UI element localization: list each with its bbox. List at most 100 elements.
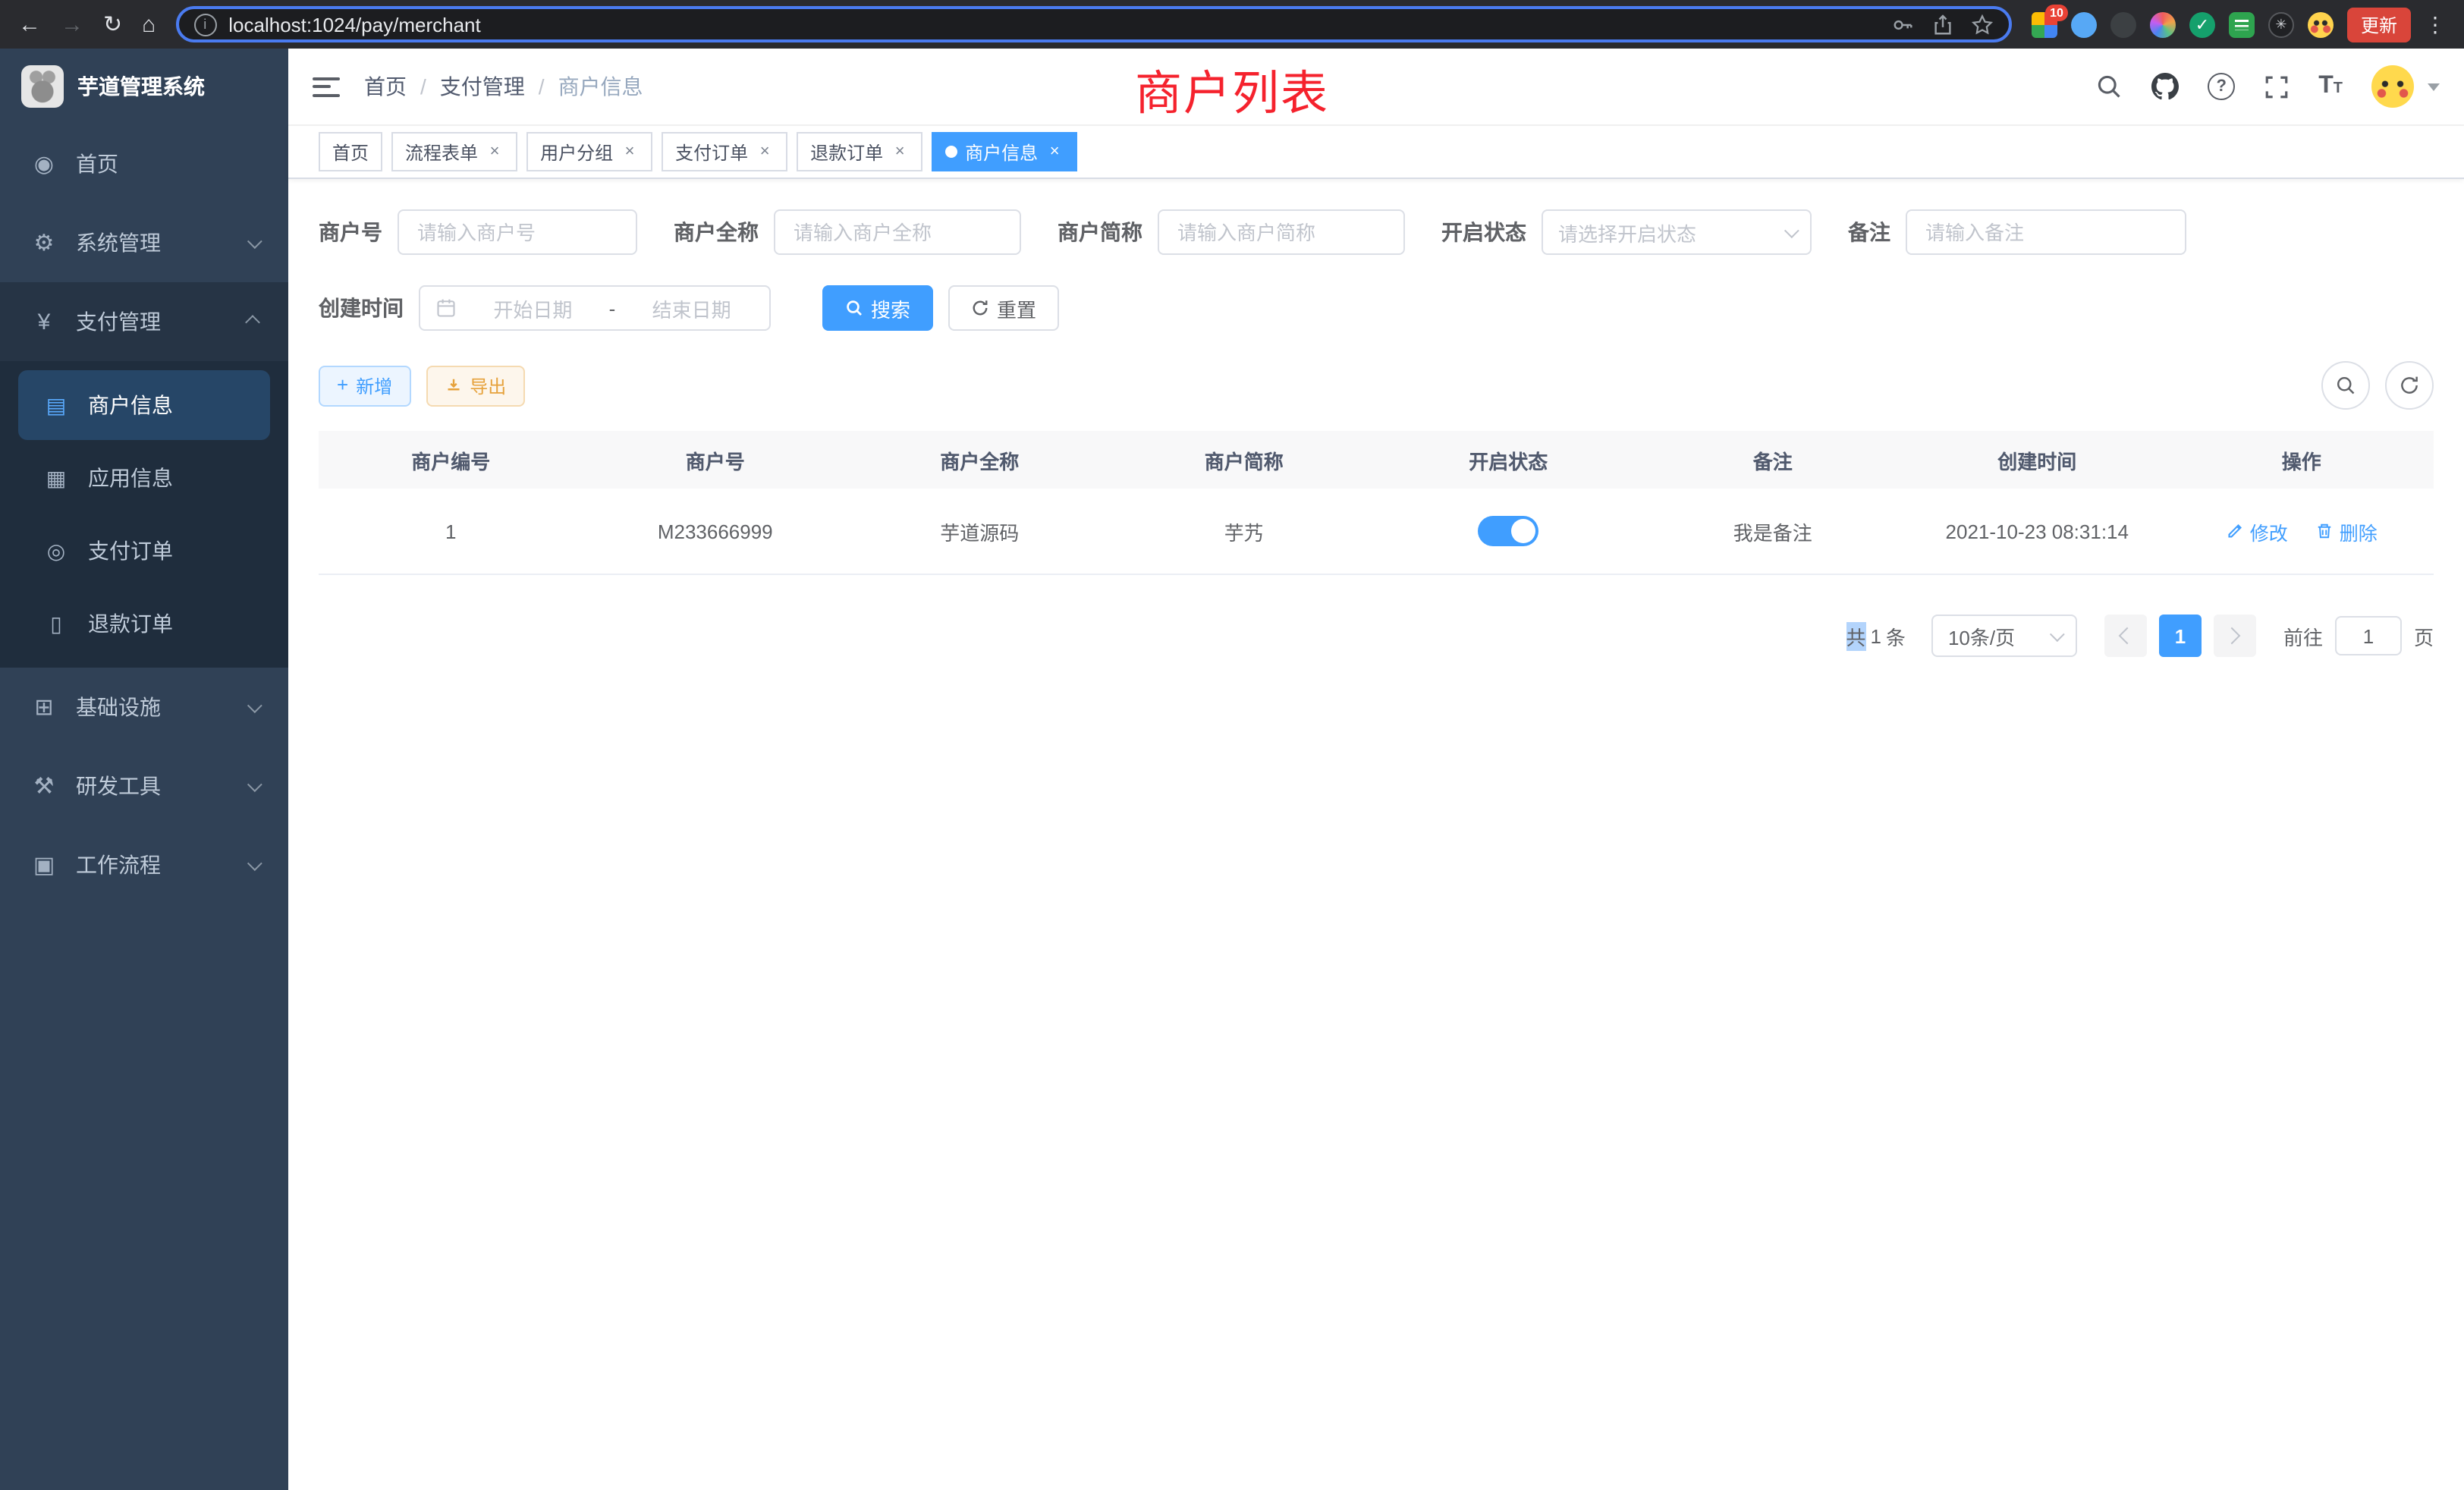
sidebar-item-infrastructure[interactable]: ⊞ 基础设施 xyxy=(0,668,288,747)
breadcrumb-payment[interactable]: 支付管理 xyxy=(407,71,525,102)
sidebar-menu: ◉ 首页 ⚙ 系统管理 ¥ 支付管理 ▤ 商户信息 xyxy=(0,124,288,1490)
close-icon[interactable] xyxy=(621,143,639,161)
target-icon: ◎ xyxy=(42,538,70,564)
prev-page-button[interactable] xyxy=(2104,615,2147,657)
col-merchant-no: 商户号 xyxy=(583,431,848,489)
page-size-select[interactable]: 10条/页 xyxy=(1931,615,2077,657)
browser-menu-icon[interactable] xyxy=(2425,11,2446,37)
chevron-down-icon xyxy=(247,855,262,870)
start-date-placeholder[interactable]: 开始日期 xyxy=(470,294,596,322)
sidebar-item-payment[interactable]: ¥ 支付管理 xyxy=(0,282,288,361)
filter-remark: 备注 xyxy=(1848,209,2186,255)
sidebar-item-label: 支付订单 xyxy=(88,536,173,566)
main-area: 首页 支付管理 商户信息 xyxy=(288,49,2464,1490)
share-icon[interactable] xyxy=(1931,13,1954,36)
close-icon[interactable] xyxy=(486,143,504,161)
merchant-no-input[interactable] xyxy=(398,209,637,255)
sidebar-item-refund-order[interactable]: ▯ 退款订单 xyxy=(18,589,270,659)
end-date-placeholder[interactable]: 结束日期 xyxy=(629,294,754,322)
font-size-icon[interactable] xyxy=(2318,73,2343,100)
extension-dark-icon[interactable] xyxy=(2110,11,2136,37)
search-icon[interactable] xyxy=(2095,73,2123,100)
tab-refund-order[interactable]: 退款订单 xyxy=(797,132,922,171)
tab-process-form[interactable]: 流程表单 xyxy=(391,132,517,171)
tab-merchant-info[interactable]: 商户信息 xyxy=(932,132,1077,171)
merchant-short-name-input[interactable] xyxy=(1158,209,1405,255)
remark-input[interactable] xyxy=(1906,209,2186,255)
close-icon[interactable] xyxy=(891,143,909,161)
filter-merchant-full-name: 商户全称 xyxy=(674,209,1021,255)
caret-down-icon[interactable] xyxy=(2428,83,2440,90)
fullscreen-icon[interactable] xyxy=(2264,74,2290,99)
tab-user-group[interactable]: 用户分组 xyxy=(526,132,652,171)
sidebar-item-workflow[interactable]: ▣ 工作流程 xyxy=(0,825,288,904)
page-1-button[interactable]: 1 xyxy=(2159,615,2202,657)
sidebar-item-label: 研发工具 xyxy=(76,771,161,801)
bookmark-star-icon[interactable] xyxy=(1971,13,1994,36)
sidebar-item-pay-order[interactable]: ◎ 支付订单 xyxy=(18,516,270,586)
cell-full-name: 芋道源码 xyxy=(847,489,1112,574)
delete-link-label: 删除 xyxy=(2340,517,2378,545)
tab-home[interactable]: 首页 xyxy=(319,132,382,171)
app-logo[interactable]: 芋道管理系统 xyxy=(0,49,288,124)
sidebar-item-home[interactable]: ◉ 首页 xyxy=(0,124,288,203)
app-frame: 芋道管理系统 ◉ 首页 ⚙ 系统管理 ¥ 支付管理 xyxy=(0,49,2464,1490)
search-button[interactable]: 搜索 xyxy=(822,285,933,331)
page-size-value: 10条/页 xyxy=(1948,621,2015,650)
sidebar-item-label: 基础设施 xyxy=(76,692,161,722)
avatar[interactable] xyxy=(2371,65,2414,108)
next-page-button[interactable] xyxy=(2214,615,2256,657)
merchant-full-name-input[interactable] xyxy=(774,209,1021,255)
reset-button[interactable]: 重置 xyxy=(948,285,1059,331)
sidebar-item-merchant-info[interactable]: ▤ 商户信息 xyxy=(18,370,270,440)
help-icon[interactable] xyxy=(2208,73,2235,100)
plus-icon xyxy=(337,375,348,396)
status-toggle[interactable] xyxy=(1478,516,1538,546)
col-status: 开启状态 xyxy=(1376,431,1641,489)
trash-icon xyxy=(2315,522,2334,540)
forward-icon[interactable] xyxy=(61,13,83,36)
reload-icon[interactable] xyxy=(103,13,122,36)
update-button[interactable]: 更新 xyxy=(2347,7,2411,42)
refresh-icon xyxy=(971,299,989,317)
add-button[interactable]: 新增 xyxy=(319,365,410,406)
tab-pay-order[interactable]: 支付订单 xyxy=(662,132,787,171)
edit-link[interactable]: 修改 xyxy=(2226,517,2288,545)
total-value: 1 xyxy=(1870,624,1881,647)
home-icon[interactable] xyxy=(142,13,156,36)
extension-grid-icon[interactable]: 10 xyxy=(2032,11,2057,37)
extension-drop-icon[interactable] xyxy=(2071,11,2097,37)
sidebar-item-app-info[interactable]: ▦ 应用信息 xyxy=(18,443,270,513)
sidebar-item-devtools[interactable]: ⚒ 研发工具 xyxy=(0,747,288,825)
filter-status: 开启状态 请选择开启状态 xyxy=(1441,209,1812,255)
address-bar[interactable]: localhost:1024/pay/merchant xyxy=(175,6,2012,42)
sidebar-toggle-icon[interactable] xyxy=(313,77,340,96)
url-text[interactable]: localhost:1024/pay/merchant xyxy=(228,13,1880,36)
date-range-picker[interactable]: 开始日期 - 结束日期 xyxy=(419,285,771,331)
extension-check-icon[interactable] xyxy=(2189,11,2215,37)
export-button[interactable]: 导出 xyxy=(426,365,524,406)
sidebar-item-label: 首页 xyxy=(76,149,118,179)
sidebar: 芋道管理系统 ◉ 首页 ⚙ 系统管理 ¥ 支付管理 xyxy=(0,49,288,1490)
extension-avatar-icon[interactable] xyxy=(2150,11,2176,37)
hide-search-icon[interactable] xyxy=(2321,361,2370,410)
table-row: 1 M233666999 芋道源码 芋艿 我是备注 2021-10-23 08:… xyxy=(319,489,2434,574)
sidebar-item-system[interactable]: ⚙ 系统管理 xyxy=(0,203,288,282)
refresh-table-icon[interactable] xyxy=(2385,361,2434,410)
breadcrumb-home[interactable]: 首页 xyxy=(364,71,407,102)
filter-label: 备注 xyxy=(1848,217,1890,247)
delete-link[interactable]: 删除 xyxy=(2315,517,2378,545)
goto-page-input[interactable] xyxy=(2335,616,2402,655)
back-icon[interactable] xyxy=(18,13,41,36)
status-select[interactable]: 请选择开启状态 xyxy=(1542,209,1812,255)
extension-pinwheel-icon[interactable] xyxy=(2268,11,2294,37)
password-key-icon[interactable] xyxy=(1892,13,1915,36)
close-icon[interactable] xyxy=(1045,143,1064,161)
github-icon[interactable] xyxy=(2151,73,2179,100)
extension-face-icon[interactable] xyxy=(2308,11,2334,37)
site-info-icon[interactable] xyxy=(193,13,216,36)
extension-notes-icon[interactable] xyxy=(2229,11,2255,37)
close-icon[interactable] xyxy=(756,143,774,161)
chevron-down-icon xyxy=(1784,222,1799,237)
total-count: 共 1 条 xyxy=(1846,621,1910,650)
